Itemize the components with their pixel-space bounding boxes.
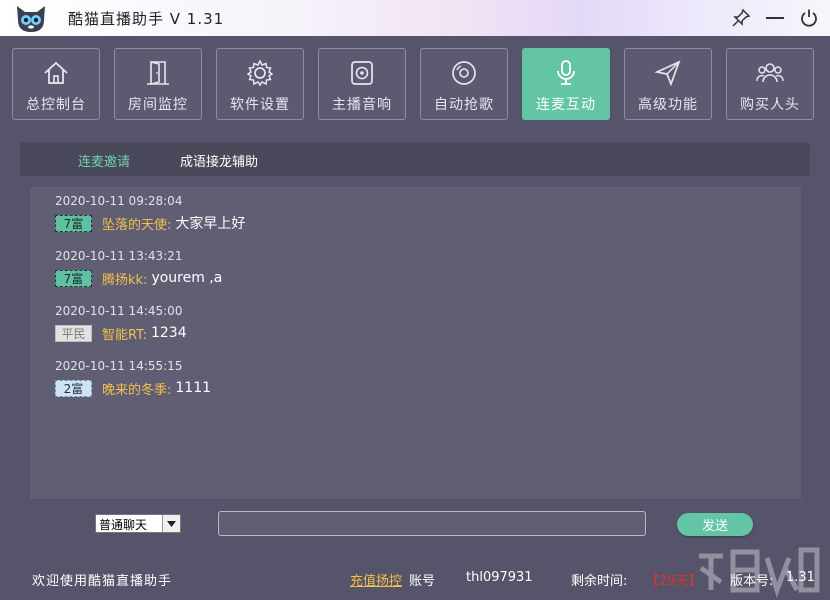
users-icon: [756, 63, 784, 83]
speaker-icon: [351, 61, 373, 85]
tool-auto-song[interactable]: 自动抢歌: [420, 48, 508, 120]
chat-message: 2020-10-11 14:55:15 2富 晚来的冬季: 1111: [55, 359, 211, 398]
rank-badge: 平民: [55, 324, 92, 342]
chevron-down-icon[interactable]: [162, 515, 180, 532]
tool-settings[interactable]: 软件设置: [216, 48, 304, 120]
chat-message: 2020-10-11 13:43:21 7富 腾扬kk: yourem ,a: [55, 249, 222, 288]
welcome-text: 欢迎使用酷猫直播助手: [32, 574, 173, 589]
tool-console[interactable]: 总控制台: [12, 48, 100, 120]
tool-mic-interaction[interactable]: 连麦互动: [522, 48, 610, 120]
recharge-link[interactable]: 充值扬控: [350, 570, 402, 589]
power-close-button[interactable]: [797, 6, 821, 30]
tool-buy-heads[interactable]: 购买人头: [726, 48, 814, 120]
rank-badge: 7富: [55, 214, 92, 232]
message-user[interactable]: 坠落的天使:: [102, 214, 171, 233]
home-icon: [44, 61, 68, 84]
message-text: 1234: [150, 325, 187, 341]
chat-type-value: 普通聊天: [99, 518, 148, 532]
minimize-icon: [766, 17, 784, 19]
tool-host-audio[interactable]: 主播音响: [318, 48, 406, 120]
message-user[interactable]: 晚来的冬季:: [102, 379, 171, 398]
rank-badge: 2富: [55, 379, 92, 397]
tool-label: 主播音响: [332, 97, 392, 113]
tool-label: 自动抢歌: [434, 97, 494, 113]
rank-badge: 7富: [55, 269, 92, 287]
cat-logo-icon: [17, 6, 45, 32]
message-time: 2020-10-11 09:28:04: [55, 194, 183, 208]
send-icon: [654, 60, 681, 87]
watermark-logo-icon: [699, 547, 820, 598]
message-time: 2020-10-11 14:45:00: [55, 304, 183, 318]
minimize-button[interactable]: [763, 6, 787, 30]
tool-label: 房间监控: [128, 97, 188, 113]
chat-log[interactable]: 2020-10-11 09:28:04 7富 坠落的天使: 大家早上好 2020…: [30, 187, 801, 499]
disc-icon: [452, 61, 476, 85]
chat-message: 2020-10-11 09:28:04 7富 坠落的天使: 大家早上好: [55, 194, 245, 233]
app-title: 酷猫直播助手 V 1.31: [68, 10, 225, 28]
message-text: 1111: [175, 380, 212, 396]
tab-mic-invite[interactable]: 连麦邀请: [78, 151, 130, 170]
tool-room-monitor[interactable]: 房间监控: [114, 48, 202, 120]
message-user[interactable]: 智能RT:: [102, 324, 147, 343]
main-toolbar: 总控制台 房间监控 软件设置 主播音响 自动抢歌 连麦互动 高级功能 购买人头: [0, 36, 830, 136]
tool-label: 购买人头: [740, 97, 800, 113]
gear-icon: [246, 59, 274, 87]
microphone-icon: [557, 60, 575, 85]
chat-message: 2020-10-11 14:45:00 平民 智能RT: 1234: [55, 304, 187, 343]
message-time: 2020-10-11 14:55:15: [55, 359, 183, 373]
tab-idiom-helper[interactable]: 成语接龙辅助: [180, 151, 258, 170]
message-user[interactable]: 腾扬kk:: [102, 269, 147, 288]
title-bar: 酷猫直播助手 V 1.31: [0, 0, 830, 36]
remaining-label: 剩余时间:: [571, 574, 628, 589]
tool-label: 软件设置: [230, 97, 290, 113]
chat-type-select[interactable]: 普通聊天: [95, 514, 181, 533]
pin-button[interactable]: [729, 6, 753, 30]
account-value: thl097931: [466, 570, 533, 585]
door-icon: [147, 60, 169, 86]
message-text: 大家早上好: [175, 216, 246, 232]
pin-icon: [732, 8, 751, 27]
message-text: yourem ,a: [151, 270, 223, 286]
message-input[interactable]: [218, 511, 646, 536]
tool-label: 连麦互动: [536, 97, 596, 113]
send-button[interactable]: 发送: [677, 513, 753, 536]
tool-advanced[interactable]: 高级功能: [624, 48, 712, 120]
tool-label: 总控制台: [26, 97, 86, 113]
power-icon: [801, 9, 817, 27]
message-time: 2020-10-11 13:43:21: [55, 249, 183, 263]
account-label: 账号: [409, 574, 436, 589]
panel-tabs: 连麦邀请 成语接龙辅助: [20, 142, 810, 176]
tool-label: 高级功能: [638, 97, 698, 113]
